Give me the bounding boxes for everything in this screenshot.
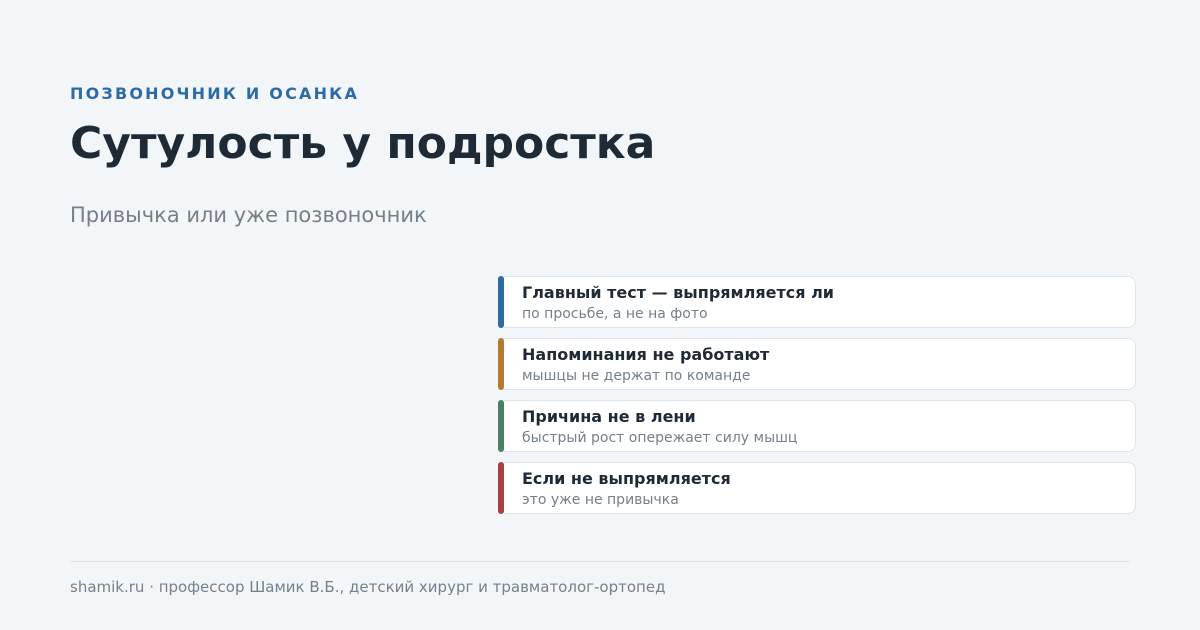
card-title: Главный тест — выпрямляется ли: [522, 283, 834, 302]
card-accent-bar: [498, 462, 504, 514]
card-title: Если не выпрямляется: [522, 469, 731, 488]
key-point-card: Если не выпрямляется это уже не привычка: [498, 462, 1136, 514]
card-subtitle: по просьбе, а не на фото: [522, 306, 708, 322]
key-points-list: Главный тест — выпрямляется ли по просьб…: [498, 276, 1136, 524]
footer-divider: [70, 561, 1130, 562]
card-subtitle: мышцы не держат по команде: [522, 368, 751, 384]
card-subtitle: это уже не привычка: [522, 492, 679, 508]
card-accent-bar: [498, 276, 504, 328]
key-point-card: Причина не в лени быстрый рост опережает…: [498, 400, 1136, 452]
card-accent-bar: [498, 338, 504, 390]
card-accent-bar: [498, 400, 504, 452]
page-subtitle: Привычка или уже позвоночник: [70, 203, 427, 227]
key-point-card: Главный тест — выпрямляется ли по просьб…: [498, 276, 1136, 328]
footer-credit: shamik.ru · профессор Шамик В.Б., детски…: [70, 578, 666, 596]
card-title: Напоминания не работают: [522, 345, 770, 364]
section-label: ПОЗВОНОЧНИК И ОСАНКА: [70, 84, 360, 103]
card-subtitle: быстрый рост опережает силу мышц: [522, 430, 798, 446]
key-point-card: Напоминания не работают мышцы не держат …: [498, 338, 1136, 390]
card-title: Причина не в лени: [522, 407, 696, 426]
page-title: Сутулость у подростка: [70, 118, 656, 169]
